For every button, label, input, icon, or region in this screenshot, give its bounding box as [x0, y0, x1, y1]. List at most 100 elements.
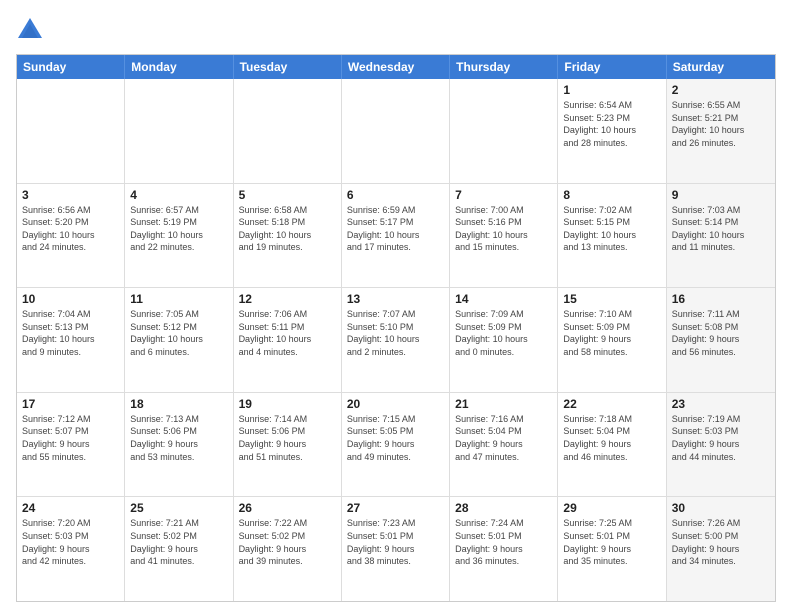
cell-info: Sunrise: 7:00 AM Sunset: 5:16 PM Dayligh… — [455, 204, 552, 254]
day-number: 11 — [130, 292, 227, 306]
cal-cell: 29Sunrise: 7:25 AM Sunset: 5:01 PM Dayli… — [558, 497, 666, 601]
cell-info: Sunrise: 7:16 AM Sunset: 5:04 PM Dayligh… — [455, 413, 552, 463]
cal-cell: 27 Sunrise: 7:23 AM Sunset: 5:01 PM Dayli… — [342, 497, 450, 601]
cal-cell — [234, 79, 342, 183]
day-number: 12 — [239, 292, 336, 306]
cal-cell: 26 Sunrise: 7:22 AM Sunset: 5:02 PM Dayli… — [234, 497, 342, 601]
day-number: 4 — [130, 188, 227, 202]
day-number: 14 — [455, 292, 552, 306]
cal-cell — [17, 79, 125, 183]
day-number: 27 — [347, 501, 444, 515]
cell-info: Sunrise: 6:55 AM Sunset: 5:21 PM Dayligh… — [672, 99, 770, 149]
cal-cell: 20 Sunrise: 7:15 AM Sunset: 5:05 PM Dayli… — [342, 393, 450, 497]
cell-info: Sunrise: 7:20 AM Sunset: 5:03 PM Dayligh… — [22, 517, 119, 567]
cal-cell: 7 Sunrise: 7:00 AM Sunset: 5:16 PM Daylig… — [450, 184, 558, 288]
day-number: 21 — [455, 397, 552, 411]
day-number: 17 — [22, 397, 119, 411]
cal-cell: 11 Sunrise: 7:05 AM Sunset: 5:12 PM Dayli… — [125, 288, 233, 392]
cal-cell: 2 Sunrise: 6:55 AM Sunset: 5:21 PM Daylig… — [667, 79, 775, 183]
day-number: 28 — [455, 501, 552, 515]
cal-week-row: 17 Sunrise: 7:12 AM Sunset: 5:07 PM Dayli… — [17, 392, 775, 497]
cell-info: Sunrise: 7:15 AM Sunset: 5:05 PM Dayligh… — [347, 413, 444, 463]
cell-info: Sunrise: 6:54 AM Sunset: 5:23 PM Dayligh… — [563, 99, 660, 149]
cal-header-cell: Friday — [558, 55, 666, 79]
day-number: 5 — [239, 188, 336, 202]
cell-info: Sunrise: 7:07 AM Sunset: 5:10 PM Dayligh… — [347, 308, 444, 358]
day-number: 25 — [130, 501, 227, 515]
day-number: 19 — [239, 397, 336, 411]
day-number: 9 — [672, 188, 770, 202]
cal-header-cell: Thursday — [450, 55, 558, 79]
cal-header-cell: Monday — [125, 55, 233, 79]
day-number: 16 — [672, 292, 770, 306]
cal-cell: 25Sunrise: 7:21 AM Sunset: 5:02 PM Dayli… — [125, 497, 233, 601]
cell-info: Sunrise: 6:56 AM Sunset: 5:20 PM Dayligh… — [22, 204, 119, 254]
day-number: 26 — [239, 501, 336, 515]
logo-icon — [16, 16, 44, 44]
day-number: 18 — [130, 397, 227, 411]
cell-info: Sunrise: 7:24 AM Sunset: 5:01 PM Dayligh… — [455, 517, 552, 567]
cal-week-row: 24 Sunrise: 7:20 AM Sunset: 5:03 PM Dayli… — [17, 496, 775, 601]
cal-week-row: 10 Sunrise: 7:04 AM Sunset: 5:13 PM Dayli… — [17, 287, 775, 392]
day-number: 22 — [563, 397, 660, 411]
cal-cell: 21 Sunrise: 7:16 AM Sunset: 5:04 PM Dayli… — [450, 393, 558, 497]
cell-info: Sunrise: 7:04 AM Sunset: 5:13 PM Dayligh… — [22, 308, 119, 358]
cal-cell: 24 Sunrise: 7:20 AM Sunset: 5:03 PM Dayli… — [17, 497, 125, 601]
cell-info: Sunrise: 7:22 AM Sunset: 5:02 PM Dayligh… — [239, 517, 336, 567]
calendar-body: 1 Sunrise: 6:54 AM Sunset: 5:23 PM Daylig… — [17, 79, 775, 601]
day-number: 20 — [347, 397, 444, 411]
cal-header-cell: Sunday — [17, 55, 125, 79]
cal-cell: 9 Sunrise: 7:03 AM Sunset: 5:14 PM Daylig… — [667, 184, 775, 288]
cal-cell: 22 Sunrise: 7:18 AM Sunset: 5:04 PM Dayli… — [558, 393, 666, 497]
cell-info: Sunrise: 7:23 AM Sunset: 5:01 PM Dayligh… — [347, 517, 444, 567]
cal-cell — [342, 79, 450, 183]
day-number: 7 — [455, 188, 552, 202]
cell-info: Sunrise: 7:05 AM Sunset: 5:12 PM Dayligh… — [130, 308, 227, 358]
cal-cell: 12 Sunrise: 7:06 AM Sunset: 5:11 PM Dayli… — [234, 288, 342, 392]
day-number: 24 — [22, 501, 119, 515]
cal-cell: 14 Sunrise: 7:09 AM Sunset: 5:09 PM Dayli… — [450, 288, 558, 392]
calendar-header: SundayMondayTuesdayWednesdayThursdayFrid… — [17, 55, 775, 79]
cal-cell: 13Sunrise: 7:07 AM Sunset: 5:10 PM Dayli… — [342, 288, 450, 392]
day-number: 3 — [22, 188, 119, 202]
day-number: 8 — [563, 188, 660, 202]
cell-info: Sunrise: 7:26 AM Sunset: 5:00 PM Dayligh… — [672, 517, 770, 567]
cell-info: Sunrise: 6:59 AM Sunset: 5:17 PM Dayligh… — [347, 204, 444, 254]
cell-info: Sunrise: 7:02 AM Sunset: 5:15 PM Dayligh… — [563, 204, 660, 254]
cal-cell: 6Sunrise: 6:59 AM Sunset: 5:17 PM Daylig… — [342, 184, 450, 288]
cal-cell — [450, 79, 558, 183]
cal-cell: 1 Sunrise: 6:54 AM Sunset: 5:23 PM Daylig… — [558, 79, 666, 183]
cell-info: Sunrise: 7:09 AM Sunset: 5:09 PM Dayligh… — [455, 308, 552, 358]
cell-info: Sunrise: 7:10 AM Sunset: 5:09 PM Dayligh… — [563, 308, 660, 358]
day-number: 10 — [22, 292, 119, 306]
cal-week-row: 1 Sunrise: 6:54 AM Sunset: 5:23 PM Daylig… — [17, 79, 775, 183]
cal-cell: 15 Sunrise: 7:10 AM Sunset: 5:09 PM Dayli… — [558, 288, 666, 392]
day-number: 15 — [563, 292, 660, 306]
cell-info: Sunrise: 7:12 AM Sunset: 5:07 PM Dayligh… — [22, 413, 119, 463]
cell-info: Sunrise: 7:11 AM Sunset: 5:08 PM Dayligh… — [672, 308, 770, 358]
cal-header-cell: Saturday — [667, 55, 775, 79]
cal-cell: 17 Sunrise: 7:12 AM Sunset: 5:07 PM Dayli… — [17, 393, 125, 497]
cal-cell: 8 Sunrise: 7:02 AM Sunset: 5:15 PM Daylig… — [558, 184, 666, 288]
day-number: 2 — [672, 83, 770, 97]
cell-info: Sunrise: 6:57 AM Sunset: 5:19 PM Dayligh… — [130, 204, 227, 254]
cell-info: Sunrise: 7:18 AM Sunset: 5:04 PM Dayligh… — [563, 413, 660, 463]
cal-cell: 10 Sunrise: 7:04 AM Sunset: 5:13 PM Dayli… — [17, 288, 125, 392]
cal-cell: 16 Sunrise: 7:11 AM Sunset: 5:08 PM Dayli… — [667, 288, 775, 392]
cal-cell: 30Sunrise: 7:26 AM Sunset: 5:00 PM Dayli… — [667, 497, 775, 601]
cell-info: Sunrise: 7:06 AM Sunset: 5:11 PM Dayligh… — [239, 308, 336, 358]
cal-cell — [125, 79, 233, 183]
cal-cell: 3 Sunrise: 6:56 AM Sunset: 5:20 PM Daylig… — [17, 184, 125, 288]
cal-cell: 4 Sunrise: 6:57 AM Sunset: 5:19 PM Daylig… — [125, 184, 233, 288]
day-number: 1 — [563, 83, 660, 97]
day-number: 29 — [563, 501, 660, 515]
cal-cell: 5Sunrise: 6:58 AM Sunset: 5:18 PM Daylig… — [234, 184, 342, 288]
header — [16, 16, 776, 44]
page: SundayMondayTuesdayWednesdayThursdayFrid… — [0, 0, 792, 612]
calendar: SundayMondayTuesdayWednesdayThursdayFrid… — [16, 54, 776, 602]
cell-info: Sunrise: 7:13 AM Sunset: 5:06 PM Dayligh… — [130, 413, 227, 463]
cal-cell: 23Sunrise: 7:19 AM Sunset: 5:03 PM Dayli… — [667, 393, 775, 497]
cell-info: Sunrise: 7:03 AM Sunset: 5:14 PM Dayligh… — [672, 204, 770, 254]
cell-info: Sunrise: 7:14 AM Sunset: 5:06 PM Dayligh… — [239, 413, 336, 463]
cal-cell: 19 Sunrise: 7:14 AM Sunset: 5:06 PM Dayli… — [234, 393, 342, 497]
